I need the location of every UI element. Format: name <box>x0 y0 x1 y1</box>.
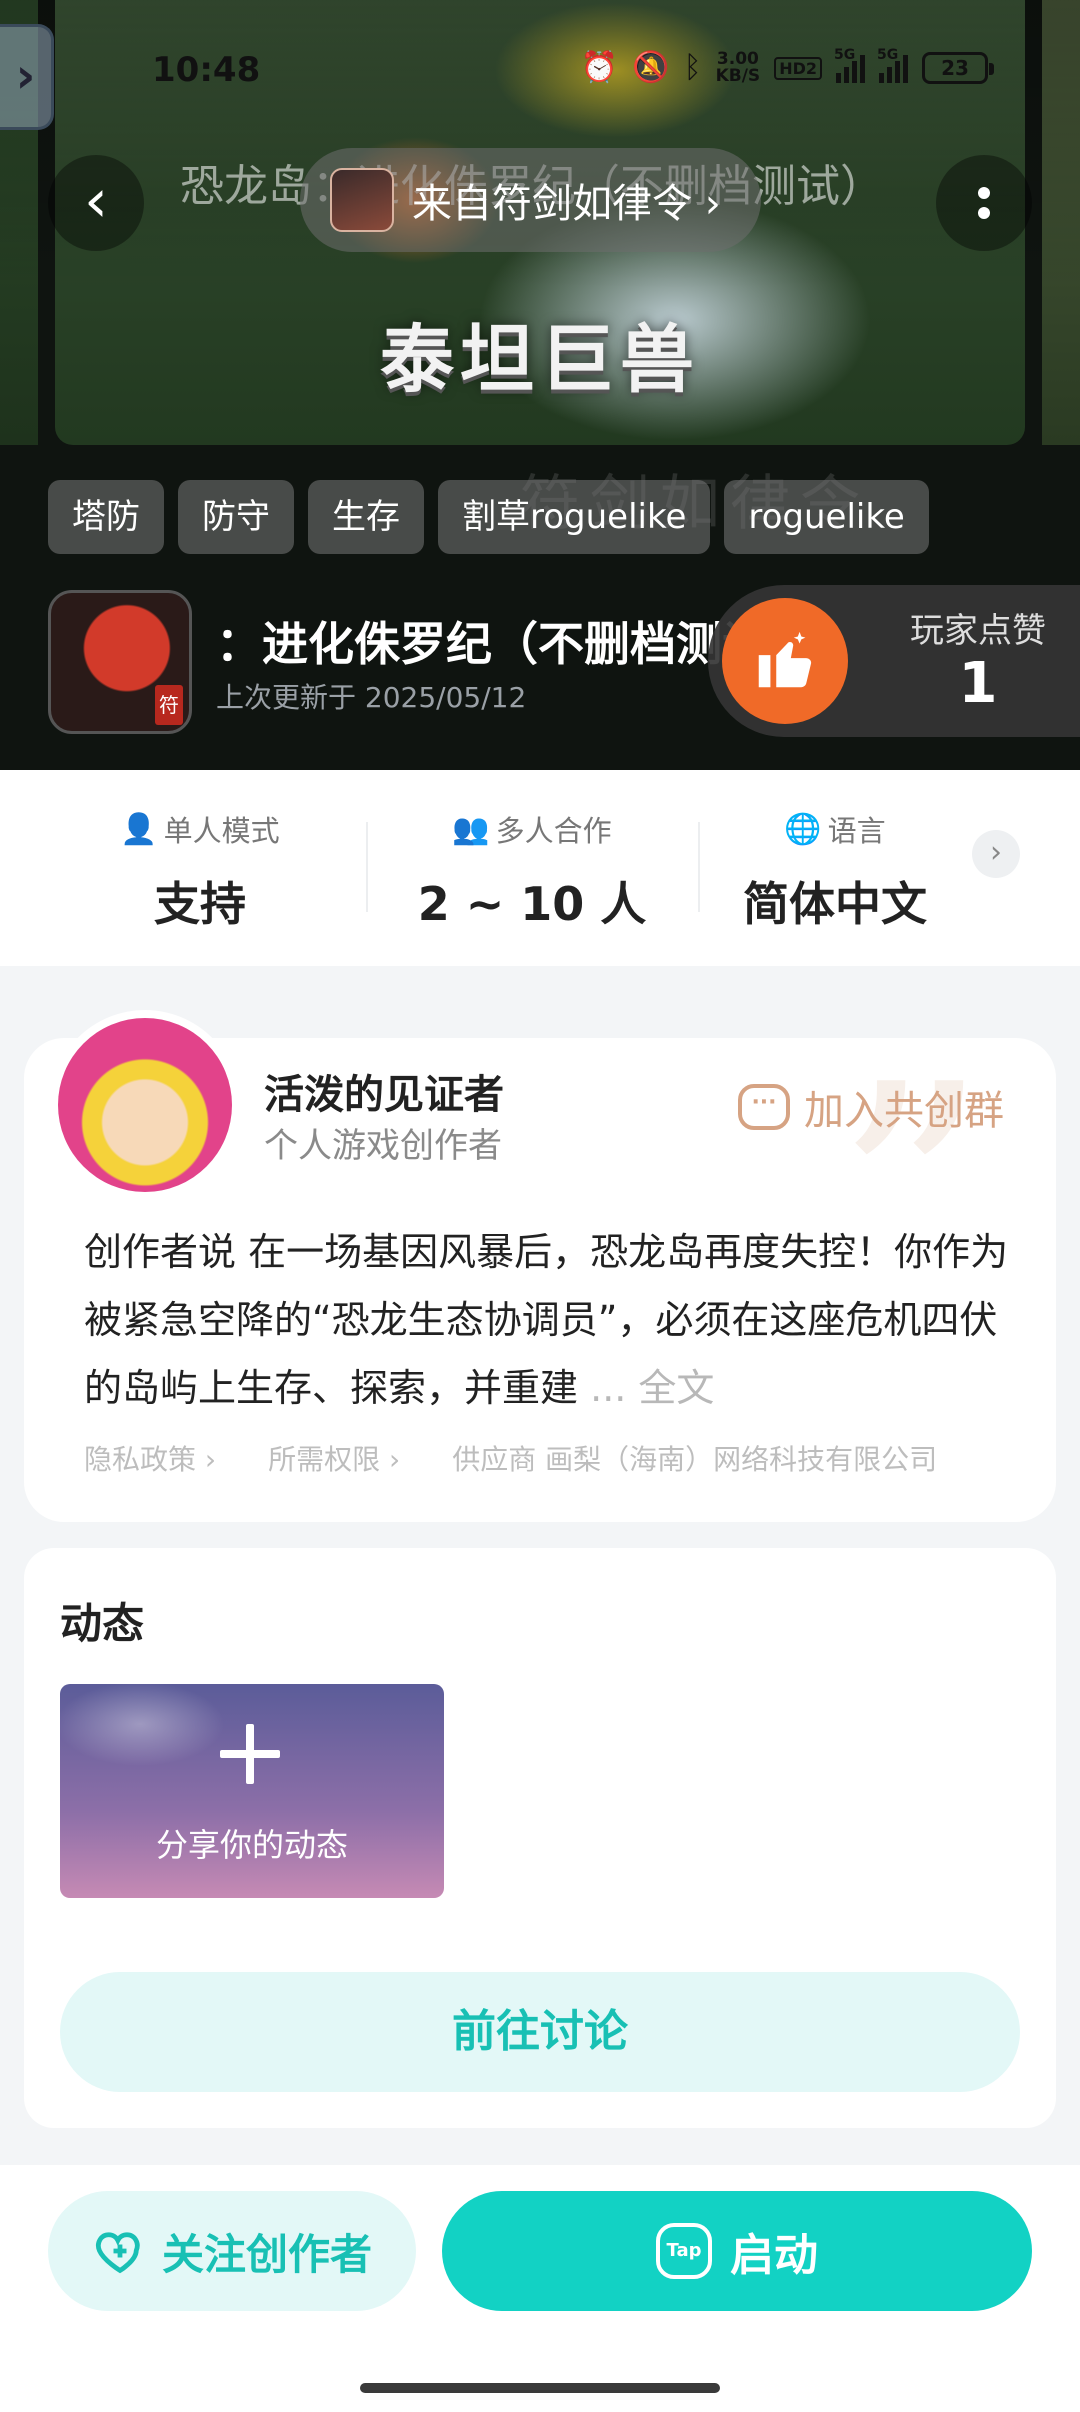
user-icon: 👤 <box>120 811 158 847</box>
chevron-left-icon: ‹ <box>84 166 108 236</box>
mute-bell-icon: 🔕 <box>632 50 670 85</box>
creator-says-label: 创作者说 <box>84 1230 249 1274</box>
language-info[interactable]: 🌐 语言 简体中文 <box>670 808 1000 934</box>
more-vertical-icon <box>978 187 990 199</box>
tap-logo-icon: Tap <box>656 2223 712 2279</box>
legal-links: 隐私政策 › 所需权限 › 供应商 画梨（海南）网络科技有限公司 <box>84 1438 937 1478</box>
tag-item[interactable]: 防守 <box>178 480 294 554</box>
more-vertical-icon-dot <box>978 207 990 219</box>
source-collection-button[interactable]: 来自符剑如律令 › <box>300 148 761 252</box>
creator-role: 个人游戏创作者 <box>264 1126 502 1166</box>
follow-creator-button[interactable]: 关注创作者 <box>48 2191 416 2311</box>
tag-item[interactable]: roguelike <box>724 480 929 554</box>
share-activity-tile[interactable]: 分享你的动态 <box>60 1684 444 1898</box>
users-icon: 👥 <box>452 811 490 847</box>
hd-voice-icon: HD2 <box>774 56 822 80</box>
creator-avatar-image <box>58 1018 232 1192</box>
single-player-label: 单人模式 <box>163 814 280 848</box>
privacy-policy-link[interactable]: 隐私政策 › <box>84 1438 216 1478</box>
game-icon-badge: 符 <box>155 685 183 725</box>
status-bar: 10:48 ⏰ 🔕 ᛒ 3.00 KB/S HD2 5G 5G 23 <box>0 0 1080 120</box>
multiplayer-value: 2 ~ 10 人 <box>417 877 647 931</box>
game-title: ：进化侏罗纪（不删档测试） <box>216 617 776 671</box>
launch-label: 启动 <box>730 2230 818 2281</box>
single-player-label-row: 👤 单人模式 <box>35 808 365 850</box>
share-activity-label: 分享你的动态 <box>155 1826 348 1864</box>
bluetooth-icon: ᛒ <box>683 50 702 85</box>
signal-strength-2-icon: 5G <box>877 47 908 83</box>
go-to-discussion-button[interactable]: 前往讨论 <box>60 1972 1020 2092</box>
chat-plus-icon: ··· <box>738 1084 790 1130</box>
supplier-info: 供应商 画梨（海南）网络科技有限公司 <box>452 1443 938 1476</box>
follow-creator-label: 关注创作者 <box>161 2229 372 2279</box>
chevron-right-icon: › <box>990 835 1002 870</box>
info-more-button[interactable]: › <box>972 830 1020 878</box>
heart-plus-icon <box>96 2232 140 2274</box>
globe-icon: 🌐 <box>784 811 822 847</box>
battery-icon: 23 <box>922 52 994 84</box>
status-icons: ⏰ 🔕 ᛒ 3.00 KB/S HD2 5G 5G 23 <box>580 47 994 86</box>
status-time: 10:48 <box>152 50 261 90</box>
plus-icon <box>220 1724 280 1784</box>
creator-avatar[interactable] <box>50 1010 240 1200</box>
more-options-button[interactable] <box>936 155 1032 251</box>
activity-card: 动态 分享你的动态 前往讨论 <box>24 1548 1056 2128</box>
likes-count: 1 <box>958 651 998 716</box>
multiplayer-info: 👥 多人合作 2 ~ 10 人 <box>367 808 697 934</box>
tag-item[interactable]: 塔防 <box>48 480 164 554</box>
launch-game-button[interactable]: Tap 启动 <box>442 2191 1032 2311</box>
single-player-value: 支持 <box>154 877 246 931</box>
network-speed: 3.00 KB/S <box>716 51 761 85</box>
join-group-label: 加入共创群 <box>804 1088 1004 1134</box>
game-info-strip: 👤 单人模式 支持 👥 多人合作 2 ~ 10 人 🌐 语言 简体中文 › <box>0 770 1080 966</box>
language-label: 语言 <box>827 814 886 848</box>
game-hero: 泰坦巨兽 符剑如律令 10:48 ⏰ 🔕 ᛒ 3.00 KB/S HD2 5G … <box>0 0 1080 770</box>
single-player-info: 👤 单人模式 支持 <box>35 808 365 934</box>
tag-item[interactable]: 割草roguelike <box>438 480 711 554</box>
language-value: 简体中文 <box>743 877 927 931</box>
game-icon: 符 <box>48 590 192 734</box>
banner-title: 泰坦巨兽 <box>380 317 700 403</box>
multiplayer-label: 多人合作 <box>495 814 612 848</box>
likes-label: 玩家点赞 <box>910 611 1046 651</box>
source-label: 来自符剑如律令 › <box>412 181 721 227</box>
signal-1-label: 5G <box>834 47 856 63</box>
activity-title: 动态 <box>60 1599 145 1648</box>
signal-2-label: 5G <box>877 47 899 63</box>
signal-strength-icon: 5G <box>834 47 865 83</box>
tag-item[interactable]: 生存 <box>308 480 424 554</box>
collection-avatar <box>330 168 394 232</box>
creator-description[interactable]: 创作者说 在一场基因风暴后，恐龙岛再度失控！你作为被紧急空降的“恐龙生态协调员”… <box>84 1218 1024 1422</box>
read-more-link[interactable]: ... 全文 <box>590 1366 714 1410</box>
alarm-icon: ⏰ <box>580 50 619 85</box>
back-button[interactable]: ‹ <box>48 155 144 251</box>
side-panel-handle[interactable]: › <box>0 24 54 130</box>
like-button[interactable] <box>722 598 848 724</box>
network-speed-unit: KB/S <box>715 66 761 86</box>
creator-name[interactable]: 活泼的见证者 <box>264 1062 504 1120</box>
join-cocreation-group-button[interactable]: ··· 加入共创群 <box>738 1078 1004 1136</box>
bottom-action-bar: 关注创作者 Tap 启动 <box>0 2165 1080 2412</box>
tag-list: 塔防 防守 生存 割草roguelike roguelike <box>48 480 929 554</box>
home-indicator[interactable] <box>360 2383 720 2393</box>
last-updated: 上次更新于 2025/05/12 <box>216 681 527 714</box>
language-label-row: 🌐 语言 <box>670 808 1000 850</box>
thumbs-up-icon <box>758 631 812 688</box>
permissions-link[interactable]: 所需权限 › <box>268 1438 400 1478</box>
multiplayer-label-row: 👥 多人合作 <box>367 808 697 850</box>
player-likes-card[interactable]: 玩家点赞 1 <box>708 585 1080 737</box>
